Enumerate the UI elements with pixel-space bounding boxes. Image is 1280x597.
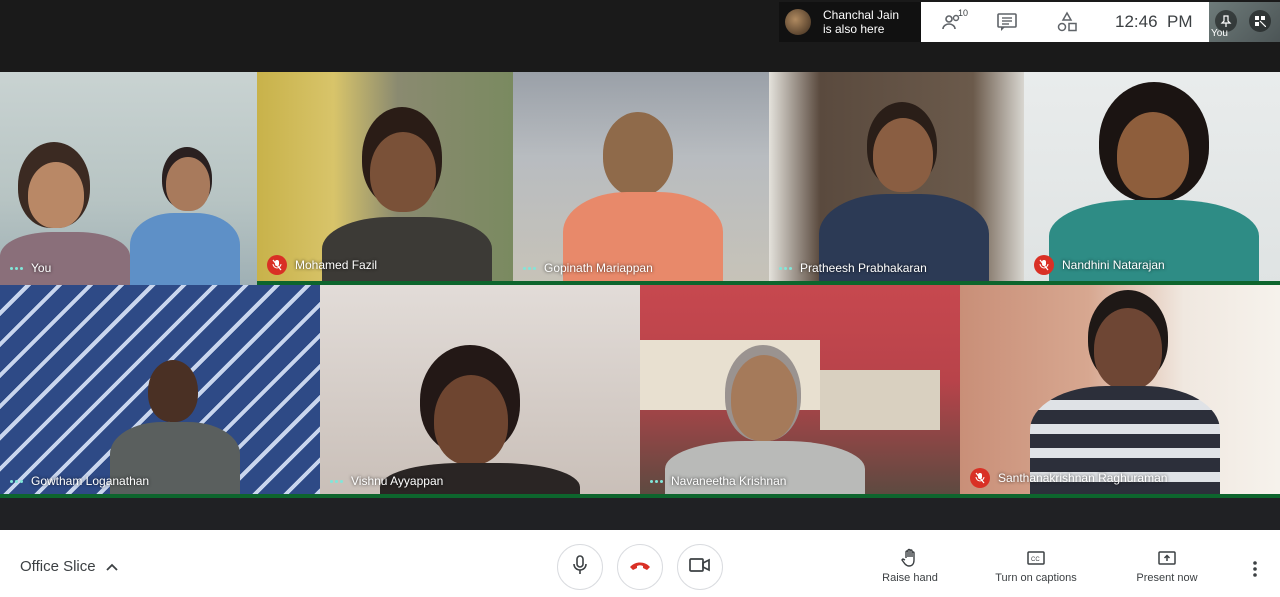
present-now-button[interactable]: Present now xyxy=(1112,548,1222,584)
active-speaker-bar xyxy=(960,494,1280,498)
audio-indicator-icon xyxy=(779,266,792,270)
participant-name: Navaneetha Krishnan xyxy=(671,474,787,488)
participant-tile[interactable]: Vishnu Ayyappan xyxy=(320,285,640,498)
participant-tile[interactable]: Pratheesh Prabhakaran xyxy=(769,72,1024,285)
present-label: Present now xyxy=(1136,572,1198,584)
participant-tile[interactable]: Santhanakrishnan Raghuraman xyxy=(960,285,1280,498)
participant-name: Vishnu Ayyappan xyxy=(351,474,444,488)
svg-text:CC: CC xyxy=(1031,557,1040,563)
participant-name: You xyxy=(31,261,52,275)
tile-label: Gopinath Mariappan xyxy=(523,261,653,275)
tile-label: Pratheesh Prabhakaran xyxy=(779,261,927,275)
tile-label: Mohamed Fazil xyxy=(267,255,377,275)
layout-icon[interactable] xyxy=(1249,10,1271,32)
audio-indicator-icon xyxy=(10,479,23,483)
participant-name: Nandhini Natarajan xyxy=(1062,258,1165,272)
participant-tile[interactable]: Navaneetha Krishnan xyxy=(640,285,960,498)
tile-label: Nandhini Natarajan xyxy=(1034,255,1165,275)
participants-count: 10 xyxy=(958,8,969,18)
audio-indicator-icon xyxy=(10,266,23,270)
participant-name: Pratheesh Prabhakaran xyxy=(800,261,927,275)
bottom-control-bar: Office Slice Raise hand CC Turn on capti… xyxy=(0,530,1280,597)
participants-icon[interactable]: 10 xyxy=(941,8,969,34)
microphone-button[interactable] xyxy=(557,544,603,590)
present-icon xyxy=(1157,548,1177,568)
meeting-details-button[interactable]: Office Slice xyxy=(20,558,118,575)
clock: 12:46 PM xyxy=(1115,12,1193,31)
hand-icon xyxy=(900,548,920,568)
more-options-icon[interactable] xyxy=(1245,560,1265,578)
tile-label: You xyxy=(10,261,51,275)
video-grid: You Mohamed Fazil Gopinath Mariappan Pra… xyxy=(0,72,1280,500)
participant-name: Santhanakrishnan Raghuraman xyxy=(998,471,1168,485)
top-bar: Chanchal Jain is also here 10 12:46 PM Y… xyxy=(0,0,1280,72)
mic-off-icon xyxy=(267,255,287,275)
end-call-icon xyxy=(628,558,652,576)
audio-indicator-icon xyxy=(330,479,343,483)
avatar xyxy=(785,9,811,35)
presence-notification[interactable]: Chanchal Jain is also here xyxy=(779,2,921,42)
meeting-name: Office Slice xyxy=(20,558,96,575)
tile-label: Navaneetha Krishnan xyxy=(650,474,786,488)
activities-icon[interactable] xyxy=(1055,10,1079,34)
participant-tile-you[interactable]: You xyxy=(0,72,257,285)
microphone-icon xyxy=(572,554,588,580)
presence-status: is also here xyxy=(823,22,885,36)
participant-tile[interactable]: Gopinath Mariappan xyxy=(513,72,769,285)
participant-name: Mohamed Fazil xyxy=(295,258,378,272)
self-preview[interactable]: You xyxy=(1209,2,1280,42)
tile-label: Gowtham Loganathan xyxy=(10,474,149,488)
presence-name: Chanchal Jain xyxy=(823,8,900,22)
captions-label: Turn on captions xyxy=(995,572,1077,584)
participant-name: Gowtham Loganathan xyxy=(31,474,150,488)
mic-off-icon xyxy=(970,468,990,488)
active-speaker-bar xyxy=(320,494,640,498)
chevron-up-icon xyxy=(105,558,118,575)
audio-indicator-icon xyxy=(650,479,663,483)
chat-icon[interactable] xyxy=(995,10,1019,34)
captions-button[interactable]: CC Turn on captions xyxy=(981,548,1091,584)
participant-name: Gopinath Mariappan xyxy=(544,261,653,275)
raise-hand-button[interactable]: Raise hand xyxy=(855,548,965,584)
raise-hand-label: Raise hand xyxy=(882,572,938,584)
camera-button[interactable] xyxy=(677,544,723,590)
active-speaker-bar xyxy=(640,494,960,498)
mic-off-icon xyxy=(1034,255,1054,275)
audio-indicator-icon xyxy=(523,266,536,270)
participant-tile[interactable]: Nandhini Natarajan xyxy=(1024,72,1280,285)
participant-tile[interactable]: Mohamed Fazil xyxy=(257,72,513,285)
captions-icon: CC xyxy=(1026,548,1046,568)
leave-call-button[interactable] xyxy=(617,544,663,590)
camera-icon xyxy=(689,557,711,578)
participant-tile[interactable]: Gowtham Loganathan xyxy=(0,285,320,498)
active-speaker-bar xyxy=(0,494,320,498)
tile-label: Santhanakrishnan Raghuraman xyxy=(970,468,1167,488)
meeting-info-bar: 10 12:46 PM xyxy=(921,2,1209,42)
self-preview-label: You xyxy=(1211,28,1228,39)
tile-label: Vishnu Ayyappan xyxy=(330,474,443,488)
